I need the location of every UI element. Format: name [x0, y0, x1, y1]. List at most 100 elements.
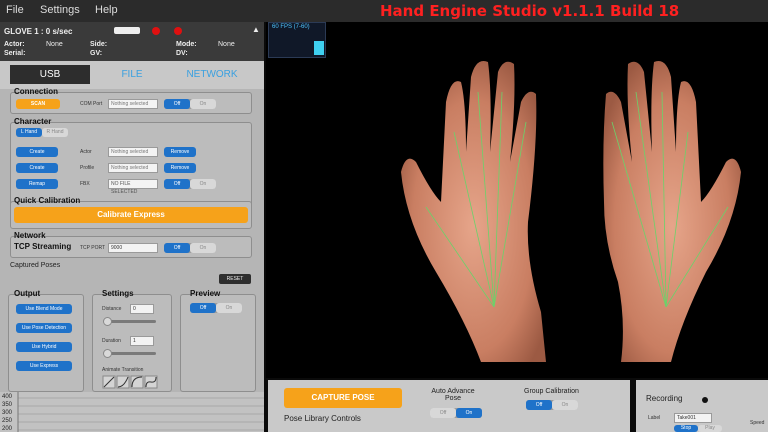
use-express-button[interactable]: Use Express [16, 361, 72, 371]
scan-button[interactable]: SCAN [16, 99, 60, 109]
toggle-on-option: On [552, 400, 578, 410]
remove-profile-button[interactable]: Remove [164, 163, 196, 173]
toggle-on-option: On [216, 303, 242, 313]
com-port-select[interactable]: Nothing selected [108, 99, 158, 109]
group-calibration-label: Group Calibration [524, 388, 579, 395]
graph-grid [17, 392, 264, 432]
menu-bar: File Settings Help Hand Engine Studio v1… [0, 0, 768, 22]
network-title: Network [14, 231, 46, 240]
preview-toggle[interactable]: Off On [190, 303, 242, 313]
status-led-icon [174, 27, 182, 35]
menu-file[interactable]: File [6, 4, 24, 16]
actor-value: None [46, 41, 63, 48]
remove-actor-button[interactable]: Remove [164, 147, 196, 157]
left-panel: GLOVE 1 : 0 s/sec ▲ Actor: None Serial: … [0, 22, 264, 432]
profile-field-label: Profile [80, 165, 95, 171]
fbx-file-field[interactable]: NO FILE SELECTED [108, 179, 158, 195]
graph-y-tick: 300 [2, 410, 13, 416]
collapse-icon[interactable]: ▲ [252, 25, 260, 34]
settings-title: Settings [102, 289, 134, 298]
calibrate-express-button[interactable]: Calibrate Express [14, 207, 248, 223]
actor-select[interactable]: Nothing selected [108, 147, 158, 157]
toggle-off-option: Off [164, 179, 190, 189]
toggle-on-option: On [190, 179, 216, 189]
distance-input[interactable]: 0 [130, 304, 154, 314]
connection-title: Connection [14, 87, 58, 96]
app-title: Hand Engine Studio v1.1.1 Build 18 [380, 2, 680, 20]
auto-advance-toggle[interactable]: Off On [430, 408, 482, 418]
signal-graph: 400 350 300 250 200 [0, 392, 264, 432]
menu-settings[interactable]: Settings [40, 4, 80, 16]
status-led-icon [152, 27, 160, 35]
group-calibration-toggle[interactable]: Off On [526, 400, 578, 410]
distance-slider-knob[interactable] [103, 317, 112, 326]
transition-curves-icon[interactable] [102, 375, 158, 389]
use-hybrid-button[interactable]: Use Hybrid [16, 342, 72, 352]
graph-y-tick: 400 [2, 394, 13, 400]
character-toggle[interactable]: Off On [164, 179, 216, 189]
menu-help[interactable]: Help [95, 4, 118, 16]
hand-viewport[interactable] [266, 22, 768, 378]
output-title: Output [14, 289, 41, 298]
fbx-label: FBX [80, 181, 90, 187]
pose-controls-panel: CAPTURE POSE Auto Advance Pose Off On Gro… [268, 380, 630, 432]
tcp-port-label: TCP PORT [80, 245, 106, 251]
speed-label: Speed [750, 420, 765, 426]
serial-label: Serial: [4, 50, 26, 57]
hands-render [401, 61, 741, 362]
mode-value: None [218, 41, 235, 48]
network-toggle[interactable]: Off On [164, 243, 216, 253]
toggle-off-option: Off [164, 99, 190, 109]
recording-label: Recording [646, 394, 683, 403]
auto-advance-label: Auto Advance Pose [431, 388, 475, 402]
mode-label: Mode: [176, 41, 197, 48]
tab-usb[interactable]: USB [10, 65, 90, 84]
create-profile-button[interactable]: Create [16, 163, 58, 173]
side-label: Side: [90, 41, 108, 48]
graph-y-tick: 200 [2, 426, 13, 432]
record-icon[interactable] [702, 397, 708, 403]
duration-label: Duration [102, 338, 121, 344]
play-button[interactable]: Play [698, 425, 722, 432]
stop-button[interactable]: Stop [674, 425, 698, 432]
duration-slider[interactable] [106, 352, 156, 355]
capture-pose-button[interactable]: CAPTURE POSE [284, 388, 402, 408]
graph-y-tick: 350 [2, 402, 13, 408]
toggle-on-option: On [456, 408, 482, 418]
captured-poses-title: Captured Poses [10, 262, 61, 269]
tcp-port-input[interactable]: 9000 [108, 243, 158, 253]
distance-slider[interactable] [106, 320, 156, 323]
l-hand-button[interactable]: L Hand [16, 128, 42, 137]
r-hand-button[interactable]: R Hand [42, 128, 68, 137]
distance-label: Distance [102, 306, 122, 312]
take-label-input[interactable]: Take001 [674, 413, 712, 423]
toggle-on-option: On [190, 99, 216, 109]
use-pose-detection-button[interactable]: Use Pose Detection [16, 323, 72, 333]
glove-battery-bar [114, 27, 140, 34]
duration-input[interactable]: 1 [130, 336, 154, 346]
pose-library-label: Pose Library Controls [284, 414, 361, 423]
profile-select[interactable]: Nothing selected [108, 163, 158, 173]
toggle-off-option: Off [430, 408, 456, 418]
right-hand-model [603, 61, 741, 362]
reset-button[interactable]: RESET [219, 274, 251, 284]
use-blend-mode-button[interactable]: Use Blend Mode [16, 304, 72, 314]
com-port-label: COM Port [80, 101, 103, 107]
glove-header: GLOVE 1 : 0 s/sec ▲ Actor: None Serial: … [0, 22, 264, 61]
label-field-label: Label [648, 415, 661, 421]
toggle-off-option: Off [526, 400, 552, 410]
remap-button[interactable]: Remap [16, 179, 58, 189]
preview-title: Preview [190, 289, 221, 298]
duration-slider-knob[interactable] [103, 349, 112, 358]
recording-panel: Recording Label Take001 Stop Play Speed [636, 380, 768, 432]
animate-transition-label: Animate Transition [102, 367, 144, 373]
toggle-off-option: Off [164, 243, 190, 253]
tab-file[interactable]: FILE [92, 65, 172, 84]
actor-label: Actor: [4, 41, 25, 48]
glove-title: GLOVE 1 : 0 s/sec [4, 27, 73, 36]
connection-toggle[interactable]: Off On [164, 99, 216, 109]
tab-network[interactable]: NETWORK [172, 65, 252, 84]
create-actor-button[interactable]: Create [16, 147, 58, 157]
actor-field-label: Actor [80, 149, 92, 155]
tab-bar: USB FILE NETWORK [0, 61, 264, 89]
